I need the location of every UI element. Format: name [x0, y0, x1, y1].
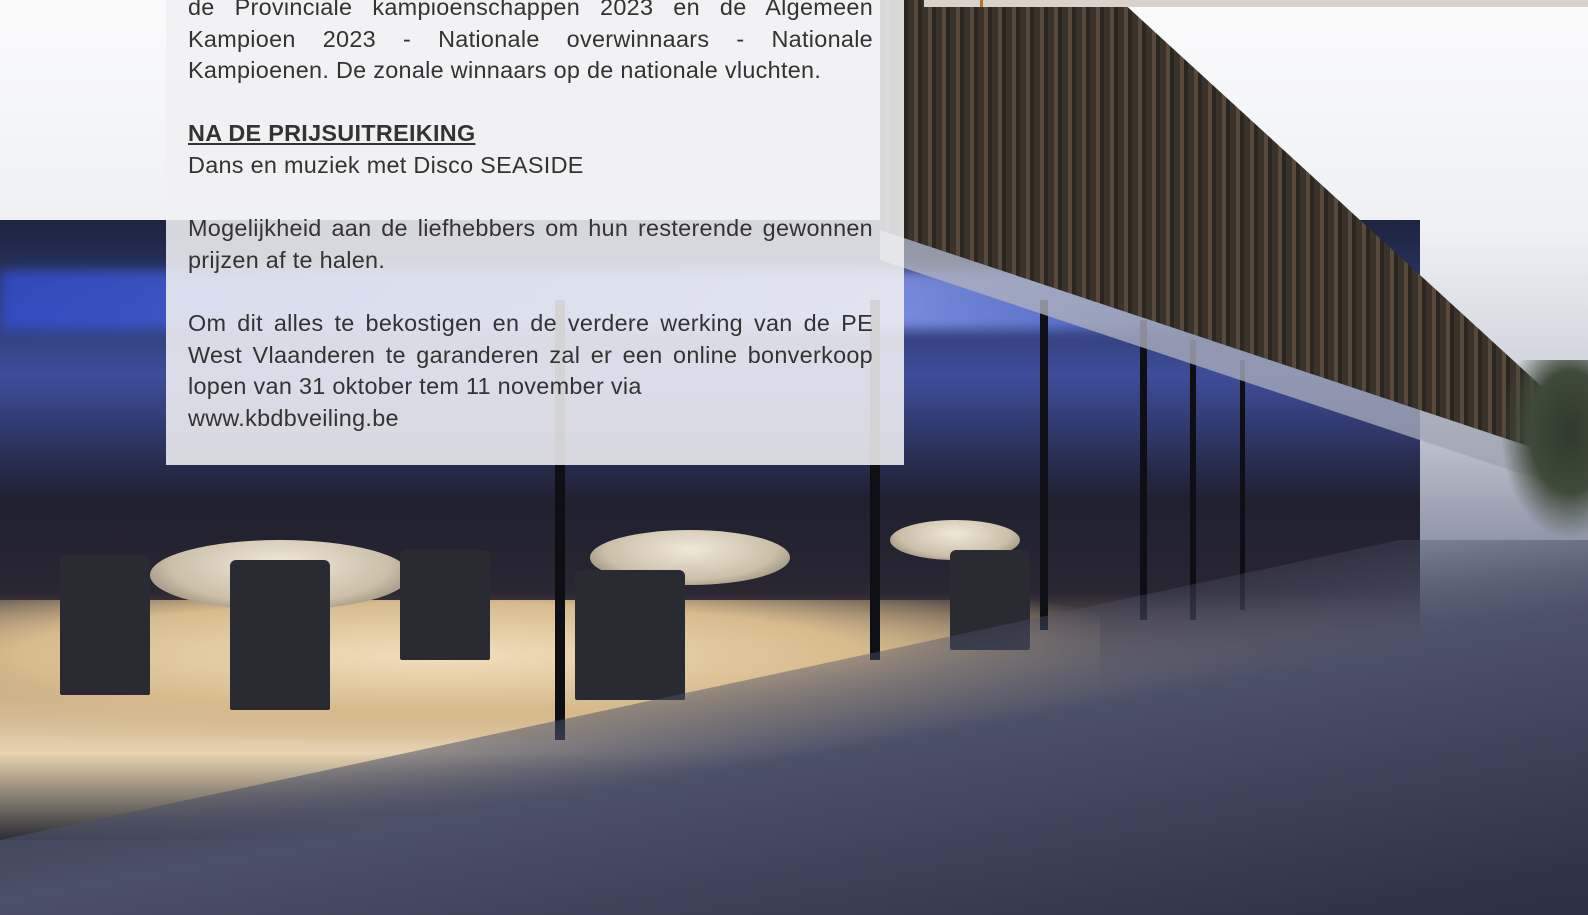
website-link[interactable]: www.kbdbveiling.be — [188, 403, 873, 435]
top-band — [924, 0, 1588, 7]
info-panel: de Provinciale kampioenschappen 2023 en … — [166, 0, 904, 465]
dining-chair — [230, 560, 330, 710]
dining-chair — [575, 570, 685, 700]
dining-chair — [60, 555, 150, 695]
funding-paragraph: Om dit alles te bekostigen en de verdere… — [188, 309, 873, 400]
window-frame — [1040, 300, 1048, 630]
trees — [1500, 360, 1588, 540]
top-band-marker — [980, 0, 983, 7]
window-frame — [1240, 360, 1245, 610]
window-frame — [1140, 320, 1147, 620]
after-ceremony-heading: NA DE PRIJSUITREIKING — [188, 120, 476, 147]
dance-paragraph: Dans en muziek met Disco SEASIDE — [188, 151, 584, 178]
collect-prizes-paragraph: Mogelijkheid aan de liefhebbers om hun r… — [188, 215, 873, 273]
intro-paragraph: de Provinciale kampioenschappen 2023 en … — [188, 0, 873, 84]
dining-chair — [400, 550, 490, 660]
window-frame — [1190, 340, 1196, 620]
